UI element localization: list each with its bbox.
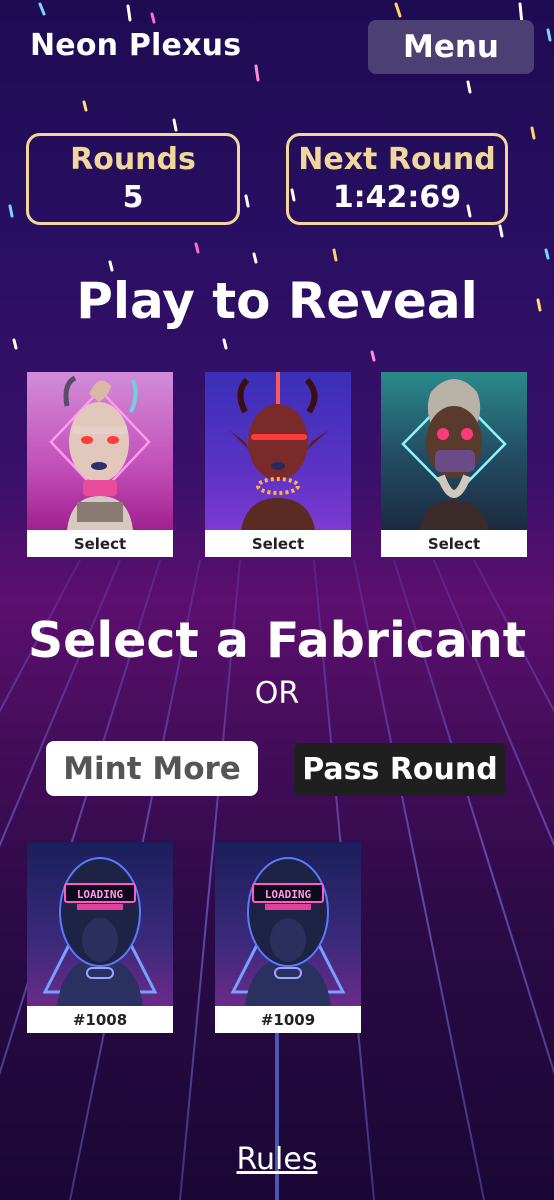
- next-round-timer: Next Round 1:42:69: [286, 133, 508, 225]
- owned-fabricant-1[interactable]: LOADING #1008: [27, 842, 173, 1034]
- app-title: Neon Plexus: [30, 28, 242, 63]
- loading-screen-text: LOADING: [265, 888, 312, 901]
- rounds-label: Rounds: [70, 142, 196, 177]
- rounds-counter: Rounds 5: [26, 133, 240, 225]
- loading-fabricant-portrait-icon: LOADING: [215, 842, 361, 1006]
- next-round-label: Next Round: [298, 142, 496, 177]
- select-button[interactable]: Select: [27, 530, 173, 557]
- fabricant-id-label: #1008: [27, 1006, 173, 1033]
- owned-fabricant-2[interactable]: LOADING #1009: [215, 842, 361, 1034]
- fabricant-card-3[interactable]: Select: [381, 372, 527, 558]
- loading-fabricant-portrait-icon: LOADING: [27, 842, 173, 1006]
- play-to-reveal-heading: Play to Reveal: [76, 272, 478, 330]
- fabricant-portrait-teal-icon: [381, 372, 527, 530]
- fabricant-id-label: #1009: [215, 1006, 361, 1033]
- next-round-value: 1:42:69: [332, 180, 462, 215]
- mint-more-button[interactable]: Mint More: [46, 741, 258, 796]
- rules-link[interactable]: Rules: [0, 1142, 554, 1177]
- fabricant-portrait-red-icon: [205, 372, 351, 530]
- rounds-value: 5: [122, 180, 144, 215]
- loading-screen-text: LOADING: [77, 888, 124, 901]
- select-button[interactable]: Select: [205, 530, 351, 557]
- select-fabricant-heading: Select a Fabricant: [27, 612, 527, 669]
- menu-button[interactable]: Menu: [368, 20, 534, 74]
- fabricant-card-2[interactable]: Select: [205, 372, 351, 558]
- or-separator: OR: [254, 676, 300, 711]
- pass-round-button[interactable]: Pass Round: [294, 743, 506, 796]
- fabricant-card-1[interactable]: Select: [27, 372, 173, 558]
- fabricant-portrait-pink-icon: [27, 372, 173, 530]
- select-button[interactable]: Select: [381, 530, 527, 557]
